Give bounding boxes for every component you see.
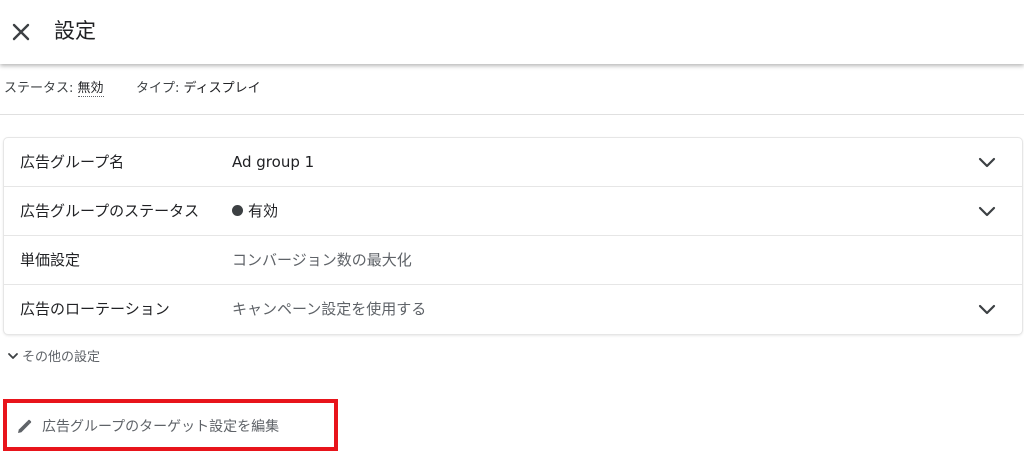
setting-label: 広告グループのステータス [20,202,200,220]
setting-label: 広告のローテーション [20,300,170,318]
status-label: ステータス: [4,81,78,96]
setting-row-ad-rotation[interactable]: 広告のローテーション キャンペーン設定を使用する [4,285,1022,334]
edit-ad-group-targeting-link[interactable]: 広告グループのターゲット設定を編集 [3,399,338,451]
status-value[interactable]: 無効 [77,81,104,97]
chevron-down-icon [8,353,18,359]
close-icon [12,23,30,41]
setting-value: キャンペーン設定を使用する [232,300,427,318]
setting-row-ad-group-name[interactable]: 広告グループ名 Ad group 1 [4,138,1022,187]
close-button[interactable] [8,19,34,45]
type-label: タイプ: [136,81,184,96]
status-summary: ステータス: 無効 タイプ: ディスプレイ [0,64,1024,115]
setting-label: 広告グループ名 [20,153,125,171]
setting-value: 有効 [232,201,278,221]
status-summary-type: タイプ: ディスプレイ [136,80,261,98]
more-settings-label: その他の設定 [22,350,101,365]
pencil-icon [18,419,32,433]
page-title: 設定 [54,19,96,43]
setting-row-bidding: 単価設定 コンバージョン数の最大化 [4,236,1022,285]
status-dot-icon [232,205,243,216]
status-summary-status: ステータス: 無効 [4,80,104,98]
chevron-down-icon[interactable] [976,151,998,173]
setting-value: Ad group 1 [232,153,315,171]
more-settings-toggle[interactable]: その他の設定 [6,348,100,368]
chevron-down-icon[interactable] [976,298,998,320]
setting-row-ad-group-status[interactable]: 広告グループのステータス 有効 [4,187,1022,236]
chevron-down-icon[interactable] [976,200,998,222]
settings-card: 広告グループ名 Ad group 1 広告グループのステータス 有効 単価設定 … [4,138,1022,334]
edit-targeting-label: 広告グループのターゲット設定を編集 [42,419,280,435]
top-app-bar: 設定 [0,0,1024,64]
type-value: ディスプレイ [183,81,261,96]
setting-label: 単価設定 [20,251,81,269]
setting-value: コンバージョン数の最大化 [232,251,412,269]
status-text: 有効 [248,202,279,220]
